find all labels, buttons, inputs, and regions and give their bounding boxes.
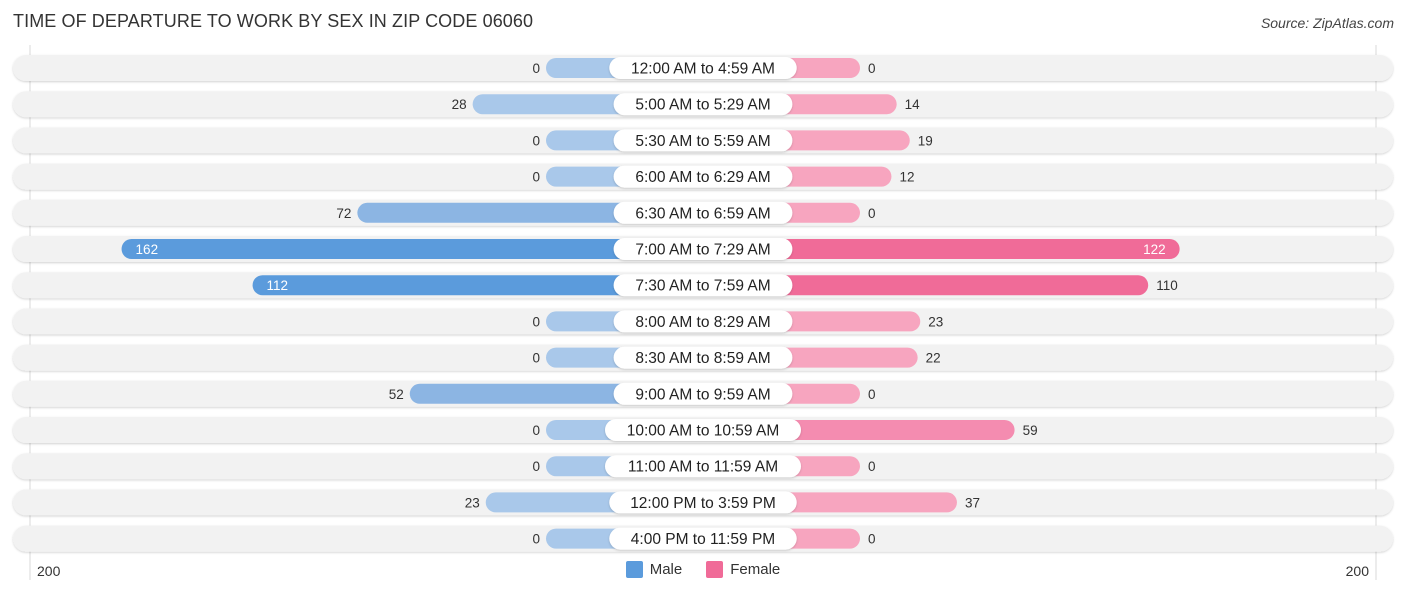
chart-row[interactable]: 4:00 PM to 11:59 PM 0 0 bbox=[13, 525, 1393, 552]
legend: Male Female bbox=[0, 561, 1406, 578]
value-label-male: 0 bbox=[532, 133, 540, 148]
value-label-male: 23 bbox=[465, 495, 480, 510]
category-label: 5:30 AM to 5:59 AM bbox=[635, 133, 770, 150]
value-label-female: 19 bbox=[918, 133, 933, 148]
legend-label-female: Female bbox=[730, 561, 781, 578]
value-label-female: 14 bbox=[905, 97, 921, 112]
category-label: 4:00 PM to 11:59 PM bbox=[631, 531, 775, 548]
value-label-male: 0 bbox=[532, 351, 540, 366]
value-label-female: 0 bbox=[868, 61, 876, 76]
category-label: 8:30 AM to 8:59 AM bbox=[635, 350, 770, 367]
value-label-male: 0 bbox=[532, 459, 540, 474]
value-label-female: 22 bbox=[926, 351, 941, 366]
chart-canvas: 12:00 AM to 4:59 AM 0 0 5:00 AM to 5:29 AM 2… bbox=[13, 45, 1393, 580]
category-label: 7:00 AM to 7:29 AM bbox=[635, 242, 770, 259]
value-label-female: 37 bbox=[965, 495, 980, 510]
chart-row[interactable]: 6:00 AM to 6:29 AM 0 12 bbox=[13, 163, 1393, 190]
value-label-female: 0 bbox=[868, 387, 876, 402]
chart-row[interactable]: 9:00 AM to 9:59 AM 52 0 bbox=[13, 380, 1393, 407]
chart-row[interactable]: 6:30 AM to 6:59 AM 72 0 bbox=[13, 199, 1393, 226]
value-label-male: 0 bbox=[532, 61, 540, 76]
value-label-male: 162 bbox=[136, 242, 159, 257]
chart-row[interactable]: 10:00 AM to 10:59 AM 0 59 bbox=[13, 417, 1393, 443]
chart-row[interactable]: 7:00 AM to 7:29 AM 162 122 bbox=[13, 236, 1393, 262]
value-label-male: 52 bbox=[389, 387, 404, 402]
chart-row[interactable]: 7:30 AM to 7:59 AM 112 110 bbox=[13, 272, 1393, 299]
value-label-male: 28 bbox=[452, 97, 467, 112]
value-label-female: 0 bbox=[868, 459, 876, 474]
chart-row[interactable]: 8:00 AM to 8:29 AM 0 23 bbox=[13, 308, 1393, 335]
chart-row[interactable]: 5:30 AM to 5:59 AM 0 19 bbox=[13, 127, 1393, 154]
value-label-male: 112 bbox=[267, 278, 289, 293]
category-label: 5:00 AM to 5:29 AM bbox=[635, 97, 770, 114]
chart-row[interactable]: 5:00 AM to 5:29 AM 28 14 bbox=[13, 91, 1393, 118]
value-label-female: 110 bbox=[1156, 278, 1178, 293]
value-label-male: 0 bbox=[532, 532, 540, 547]
value-label-male: 0 bbox=[532, 423, 540, 438]
chart-row[interactable]: 12:00 AM to 4:59 AM 0 0 bbox=[13, 55, 1393, 81]
legend-label-male: Male bbox=[649, 561, 683, 578]
legend-item-female[interactable]: Female bbox=[706, 561, 780, 578]
category-label: 12:00 AM to 4:59 AM bbox=[631, 61, 775, 78]
chart-row[interactable]: 12:00 PM to 3:59 PM 23 37 bbox=[13, 489, 1393, 516]
value-label-female: 0 bbox=[868, 206, 876, 221]
category-label: 8:00 AM to 8:29 AM bbox=[635, 314, 770, 331]
category-label: 7:30 AM to 7:59 AM bbox=[635, 278, 770, 295]
value-label-male: 72 bbox=[336, 206, 351, 221]
value-label-female: 122 bbox=[1143, 242, 1166, 257]
chart-row[interactable]: 11:00 AM to 11:59 AM 0 0 bbox=[13, 453, 1393, 480]
value-label-female: 23 bbox=[928, 314, 943, 329]
legend-swatch-male bbox=[625, 561, 643, 578]
legend-item-male[interactable]: Male bbox=[625, 561, 683, 578]
category-label: 11:00 AM to 11:59 AM bbox=[628, 459, 778, 476]
category-label: 12:00 PM to 3:59 PM bbox=[630, 495, 776, 512]
category-label: 9:00 AM to 9:59 AM bbox=[635, 386, 770, 403]
value-label-female: 59 bbox=[1023, 423, 1038, 438]
category-label: 6:30 AM to 6:59 AM bbox=[635, 205, 770, 222]
value-label-female: 12 bbox=[899, 170, 914, 185]
category-label: 6:00 AM to 6:29 AM bbox=[635, 169, 770, 186]
legend-swatch-female bbox=[706, 561, 724, 578]
value-label-female: 0 bbox=[868, 532, 876, 547]
category-label: 10:00 AM to 10:59 AM bbox=[627, 423, 780, 440]
value-label-male: 0 bbox=[532, 314, 540, 329]
chart-row[interactable]: 8:30 AM to 8:59 AM 0 22 bbox=[13, 344, 1393, 371]
value-label-male: 0 bbox=[532, 170, 540, 185]
